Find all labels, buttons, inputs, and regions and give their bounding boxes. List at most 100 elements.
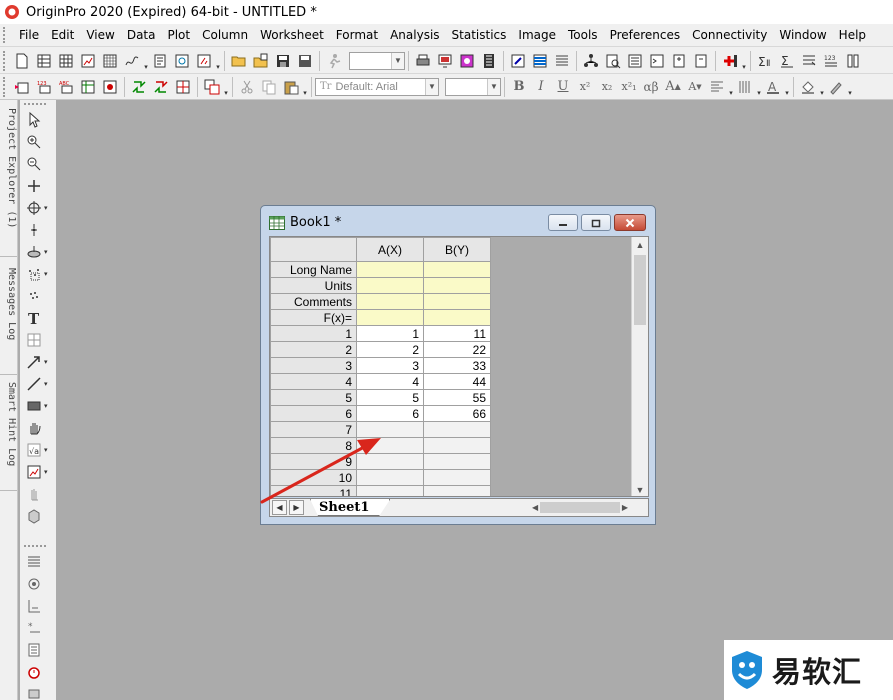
copy-button[interactable] bbox=[259, 77, 279, 97]
pointer-tool[interactable] bbox=[26, 110, 54, 130]
restore-button[interactable] bbox=[581, 214, 611, 231]
menu-format[interactable]: Format bbox=[330, 28, 384, 42]
pattern-button[interactable] bbox=[735, 77, 755, 97]
menu-help[interactable]: Help bbox=[833, 28, 872, 42]
code-builder-button[interactable] bbox=[530, 51, 550, 71]
data-cell-b[interactable]: 11 bbox=[423, 325, 491, 342]
column-header-b[interactable]: B(Y) bbox=[423, 237, 491, 262]
import-wizard-button[interactable] bbox=[100, 77, 120, 97]
zoom-out-tool[interactable] bbox=[26, 154, 54, 174]
greek-button[interactable]: αβ bbox=[640, 77, 662, 97]
row-number[interactable]: 3 bbox=[270, 357, 357, 374]
insert-object-tool[interactable] bbox=[26, 484, 54, 504]
row-number[interactable]: 4 bbox=[270, 373, 357, 390]
save-button[interactable] bbox=[273, 51, 293, 71]
duplicate-button[interactable] bbox=[202, 77, 222, 97]
new-project-button[interactable] bbox=[12, 51, 32, 71]
data-cell-a[interactable]: 1 bbox=[356, 325, 424, 342]
units-cell-b[interactable] bbox=[423, 277, 491, 294]
copy-page-button[interactable] bbox=[457, 51, 477, 71]
cut-button[interactable] bbox=[237, 77, 257, 97]
pattern-dropdown[interactable]: ▾ bbox=[756, 77, 762, 97]
data-connector-2-button[interactable] bbox=[151, 77, 171, 97]
sheet-next-button[interactable]: ▶ bbox=[289, 500, 304, 515]
vertical-scrollbar[interactable]: ▲ ▼ bbox=[631, 237, 648, 496]
new-excel-button[interactable] bbox=[56, 51, 76, 71]
new-function-window-button[interactable] bbox=[194, 51, 214, 71]
scroll-thumb[interactable] bbox=[634, 255, 646, 325]
import-button[interactable] bbox=[12, 77, 32, 97]
tab-project-explorer[interactable]: Project Explorer (1) bbox=[0, 104, 17, 244]
data-cell-a[interactable] bbox=[356, 421, 424, 438]
menu-analysis[interactable]: Analysis bbox=[384, 28, 445, 42]
row-number[interactable]: 9 bbox=[270, 453, 357, 470]
menu-grip[interactable] bbox=[3, 27, 9, 43]
toolbar-grip[interactable] bbox=[24, 545, 46, 549]
open-template-button[interactable] bbox=[251, 51, 271, 71]
recalculate-button[interactable] bbox=[324, 51, 344, 71]
print-button[interactable] bbox=[413, 51, 433, 71]
underline-button[interactable]: U bbox=[552, 77, 574, 97]
list-tool[interactable] bbox=[26, 640, 54, 660]
text-tool[interactable]: T bbox=[26, 308, 54, 328]
data-cell-b[interactable]: 66 bbox=[423, 405, 491, 422]
row-label-units[interactable]: Units bbox=[270, 277, 357, 294]
new-window-dropdown[interactable]: ▾ bbox=[215, 51, 221, 71]
comments-cell-b[interactable] bbox=[423, 293, 491, 310]
font-color-dropdown[interactable]: ▾ bbox=[784, 77, 790, 97]
menu-image[interactable]: Image bbox=[512, 28, 562, 42]
row-label-comments[interactable]: Comments bbox=[270, 293, 357, 310]
set-xy-button[interactable] bbox=[843, 51, 863, 71]
increase-font-button[interactable]: A ▲ bbox=[662, 77, 684, 97]
scroll-thumb[interactable] bbox=[540, 502, 620, 513]
print-tool[interactable] bbox=[26, 684, 54, 700]
menu-view[interactable]: View bbox=[80, 28, 120, 42]
new-matrix-button[interactable] bbox=[100, 51, 120, 71]
data-cell-a[interactable] bbox=[356, 453, 424, 470]
circle-tool[interactable] bbox=[26, 574, 54, 594]
zoom-in-tool[interactable] bbox=[26, 132, 54, 152]
scroll-up-icon[interactable]: ▲ bbox=[632, 237, 648, 253]
new-notes-button[interactable] bbox=[150, 51, 170, 71]
row-number[interactable]: 11 bbox=[270, 485, 357, 496]
subscript-button[interactable]: x₂ bbox=[596, 77, 618, 97]
quick-help-button[interactable] bbox=[603, 51, 623, 71]
statistics-col-button[interactable]: Σ bbox=[777, 51, 797, 71]
new-function-button[interactable] bbox=[122, 51, 142, 71]
row-number[interactable]: 10 bbox=[270, 469, 357, 486]
axis-tool[interactable] bbox=[26, 596, 54, 616]
annotation-tool[interactable]: * bbox=[26, 618, 54, 638]
row-label-fx[interactable]: F(x)= bbox=[270, 309, 357, 326]
screen-reader-tool[interactable] bbox=[26, 176, 54, 196]
menu-worksheet[interactable]: Worksheet bbox=[254, 28, 330, 42]
data-cell-a[interactable]: 6 bbox=[356, 405, 424, 422]
add-column-button[interactable] bbox=[669, 51, 689, 71]
menu-preferences[interactable]: Preferences bbox=[604, 28, 687, 42]
data-connector-button[interactable] bbox=[129, 77, 149, 97]
data-cell-b[interactable]: 44 bbox=[423, 373, 491, 390]
font-name-combo[interactable]: Tr Default: Arial ▼ bbox=[315, 77, 439, 96]
supersub-button[interactable]: x²₁ bbox=[618, 77, 640, 97]
menu-data[interactable]: Data bbox=[121, 28, 162, 42]
hand-tool[interactable] bbox=[26, 418, 54, 438]
data-cell-b[interactable]: 22 bbox=[423, 341, 491, 358]
fx-cell-b[interactable] bbox=[423, 309, 491, 326]
layer-tool[interactable] bbox=[26, 552, 54, 572]
row-number[interactable]: 7 bbox=[270, 421, 357, 438]
align-button[interactable] bbox=[707, 77, 727, 97]
decrease-font-button[interactable]: A ▼ bbox=[684, 77, 706, 97]
paste-button[interactable] bbox=[281, 77, 301, 97]
equation-tool[interactable]: √a ▾ bbox=[26, 440, 54, 460]
scroll-left-icon[interactable]: ◀ bbox=[532, 503, 538, 512]
rectangle-tool[interactable]: ▾ bbox=[26, 396, 54, 416]
row-numbers-button[interactable]: 123 bbox=[821, 51, 841, 71]
data-cell-a[interactable]: 2 bbox=[356, 341, 424, 358]
script-window-button[interactable] bbox=[508, 51, 528, 71]
draw-data-tool[interactable]: ▾ bbox=[26, 264, 54, 284]
long-name-cell-b[interactable] bbox=[423, 261, 491, 278]
save-template-button[interactable] bbox=[295, 51, 315, 71]
project-explorer-button[interactable] bbox=[581, 51, 601, 71]
add-columns-dropdown[interactable]: ▾ bbox=[741, 51, 747, 71]
table-tool[interactable] bbox=[26, 330, 54, 350]
apps-button[interactable] bbox=[625, 51, 645, 71]
